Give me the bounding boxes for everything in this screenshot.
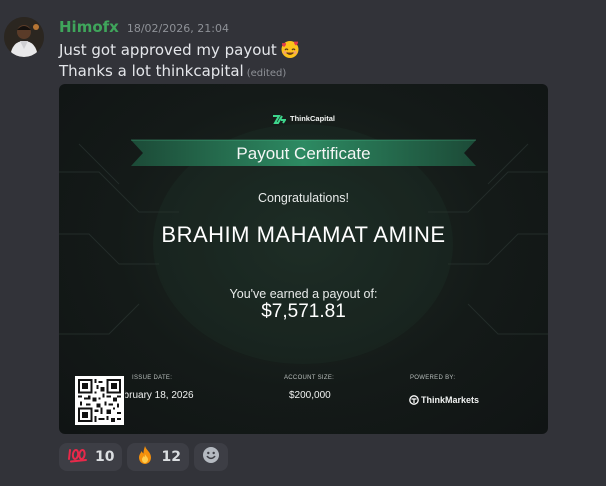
edited-label: (edited) <box>246 68 287 79</box>
powered-by-label: POWERED BY: <box>410 375 456 381</box>
congratulations-text: Congratulations! <box>257 191 350 205</box>
payout-certificate-image[interactable]: ThinkCapital Payout Certificate Congratu… <box>59 84 548 434</box>
issue-date-value: ebruary 18, 2026 <box>125 390 194 401</box>
add-reaction-button[interactable] <box>193 443 228 471</box>
brand-header: ThinkCapital <box>59 109 548 128</box>
issue-date-clip: ebruary 18, 2026 <box>125 384 215 404</box>
add-emoji-icon <box>202 446 220 468</box>
thinkmarkets-logo: ThinkMarkets <box>409 390 479 409</box>
thinkcapital-logo-icon <box>272 109 287 128</box>
username[interactable]: Himofx <box>59 18 119 36</box>
reaction-count: 12 <box>161 449 181 465</box>
recipient-name: BRAHIM MAHAMAT AMINE <box>161 222 446 247</box>
hundred-points-icon <box>67 447 89 467</box>
reaction-hundred[interactable]: 10 <box>59 443 123 471</box>
brand-name: ThinkCapital <box>289 114 335 123</box>
reaction-count: 10 <box>95 449 115 465</box>
message-line-1: Just got approved my payout <box>59 39 300 59</box>
account-size-label: ACCOUNT SIZE: <box>284 375 335 381</box>
fire-icon <box>135 445 155 469</box>
message-text-2: Thanks a lot thinkcapital <box>59 62 244 80</box>
account-size-value: $200,000 <box>289 390 331 401</box>
issue-date-label: ISSUE DATE: <box>132 375 173 381</box>
thinkmarkets-mark-icon <box>409 390 419 409</box>
reaction-fire[interactable]: 12 <box>127 443 189 471</box>
payout-amount: $7,571.81 <box>261 301 346 322</box>
earned-text: You've earned a payout of: <box>229 287 378 301</box>
message-text-1: Just got approved my payout <box>59 41 277 59</box>
chat-message: Himofx 18/02/2026, 21:04 Just got approv… <box>0 0 606 486</box>
certificate-title: Payout Certificate <box>236 144 371 163</box>
timestamp: 18/02/2026, 21:04 <box>126 22 229 35</box>
powered-by-value: ThinkMarkets <box>421 394 480 405</box>
avatar[interactable] <box>4 17 44 57</box>
message-line-2: Thanks a lot thinkcapital (edited) <box>59 62 286 80</box>
smiling-face-with-hearts-icon <box>280 39 300 59</box>
reactions-bar: 10 12 <box>59 443 228 471</box>
qr-code-icon <box>75 376 124 425</box>
